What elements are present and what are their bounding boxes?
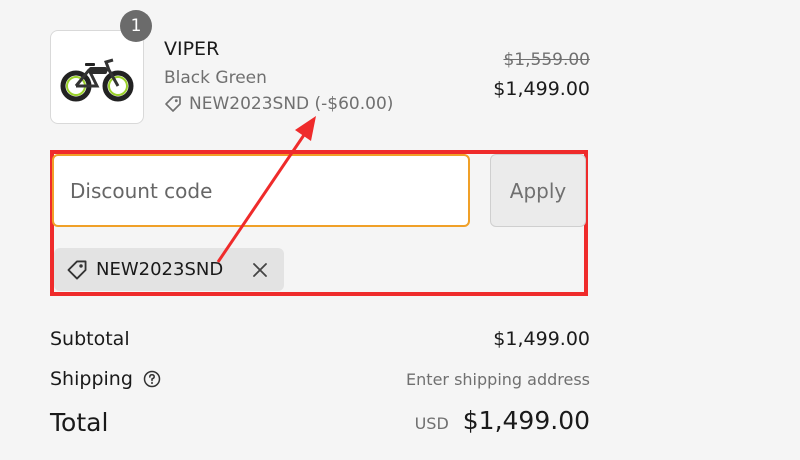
subtotal-value: $1,499.00 bbox=[493, 328, 590, 350]
total-label: Total bbox=[50, 408, 109, 437]
currency-code: USD bbox=[414, 414, 449, 433]
product-discount: NEW2023SND (-$60.00) bbox=[164, 94, 393, 114]
original-price: $1,559.00 bbox=[503, 50, 590, 70]
close-icon bbox=[253, 262, 267, 277]
applied-discount-chip: NEW2023SND bbox=[54, 248, 284, 291]
product-discount-label: NEW2023SND (-$60.00) bbox=[189, 94, 394, 114]
applied-discount-code: NEW2023SND bbox=[96, 259, 224, 280]
quantity-badge: 1 bbox=[120, 10, 152, 42]
product-name: VIPER bbox=[164, 38, 220, 60]
apply-button[interactable]: Apply bbox=[490, 154, 586, 227]
e-bike-icon bbox=[60, 58, 134, 102]
product-variant: Black Green bbox=[164, 68, 267, 88]
subtotal-label: Subtotal bbox=[50, 328, 130, 350]
total-value: $1,499.00 bbox=[462, 406, 590, 435]
tag-icon bbox=[67, 260, 87, 279]
total-amount: USD $1,499.00 bbox=[415, 406, 590, 435]
tag-icon bbox=[165, 96, 181, 112]
shipping-label: Shipping bbox=[50, 368, 133, 390]
product-thumbnail bbox=[50, 30, 144, 124]
shipping-value: Enter shipping address bbox=[406, 370, 590, 389]
shipping-row: Shipping bbox=[50, 368, 161, 390]
discount-code-input[interactable] bbox=[52, 154, 470, 227]
remove-discount-button[interactable] bbox=[250, 260, 270, 280]
final-price: $1,499.00 bbox=[493, 78, 590, 100]
question-circle-icon bbox=[143, 370, 161, 388]
help-icon[interactable] bbox=[143, 370, 161, 388]
